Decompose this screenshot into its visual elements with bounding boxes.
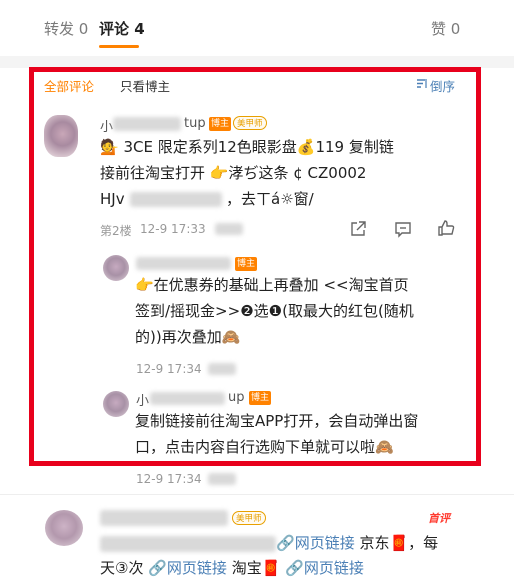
web-link[interactable]: 🔗网页链接 [276,534,355,552]
first-comment-badge: 首评 [428,512,450,525]
commenter-name-prefix[interactable]: 小 [100,116,113,135]
filter-blogger-only[interactable]: 只看博主 [120,76,170,95]
tab-comment[interactable]: 评论 4 [99,18,145,39]
comment-text-mid: 淘宝🧧 [231,559,281,577]
blurred-name [136,257,231,270]
avatar[interactable] [45,510,83,546]
avatar[interactable] [103,391,129,417]
tab-repost[interactable]: 转发 0 [44,18,88,39]
filter-all-comments[interactable]: 全部评论 [44,76,94,95]
sort-button[interactable]: 倒序 [430,76,455,95]
web-link[interactable]: 🔗网页链接 [285,559,364,577]
web-link[interactable]: 🔗网页链接 [148,559,227,577]
commenter-name-suffix[interactable]: tup [184,116,206,131]
reply-name-suffix[interactable]: up [228,390,245,405]
comment-text-line3-prefix: HJv [100,190,125,208]
comment-text-line2: 天③次 🔗网页链接 淘宝🧧 🔗网页链接 [100,555,364,581]
reply-time: 12-9 17:34 [136,362,202,376]
share-icon[interactable] [349,220,367,238]
comment-text-line3-suffix: ，去ㄒá☼窗/ [226,190,314,208]
blurred-location [208,363,236,375]
sort-icon[interactable] [417,78,427,89]
comment-time: 12-9 17:33 [140,222,206,236]
comment-text-prefix: 天③次 [100,559,144,577]
comment-text-line1: 🔗网页链接 京东🧧，每 [276,530,438,556]
tab-like[interactable]: 赞 0 [431,18,460,39]
blurred-name [113,117,181,131]
like-icon[interactable] [437,219,455,237]
comment-text-line2: 接前往淘宝打开 👉涍ぢ这条 ¢ CZ0002 [100,164,367,182]
blurred-text [130,192,222,207]
blurred-location [208,473,236,485]
blurred-name [100,510,228,526]
blurred-text [100,536,276,552]
reply-text-line3: 的))再次叠加🙈 [135,328,241,346]
reply-text-line1: 👉在优惠券的基础上再叠加 <<淘宝首页 [135,276,409,294]
blurred-location [215,223,243,235]
star-badge: 美甲师 [232,511,266,525]
blogger-badge: 博主 [209,117,232,131]
blogger-badge: 博主 [235,257,258,271]
reply-name-prefix[interactable]: 小 [136,390,149,409]
blurred-name [150,392,225,405]
comment-text-line1: 💁 3CE 限定系列12色眼影盘💰119 复制链 [100,138,394,156]
comment-text-suffix: 京东🧧，每 [359,534,439,552]
blogger-badge: 博主 [249,391,272,405]
reply-time: 12-9 17:34 [136,472,202,486]
avatar[interactable] [44,115,78,157]
reply-text-line2: 口，点击内容自行选购下单就可以啦🙈 [135,438,394,456]
star-badge: 美甲师 [233,116,267,130]
divider [0,494,514,495]
floor-number: 第2楼 [100,224,132,238]
tab-bar: 转发 0 评论 4 赞 0 [0,0,514,58]
active-tab-indicator [99,45,139,48]
reply-text-line2: 签到/摇现金>>❷选❶(取最大的红包(随机 [135,302,414,320]
comment-icon[interactable] [394,220,412,238]
reply-text-line1: 复制链接前往淘宝APP打开，会自动弹出窗 [135,412,419,430]
avatar[interactable] [103,255,129,281]
